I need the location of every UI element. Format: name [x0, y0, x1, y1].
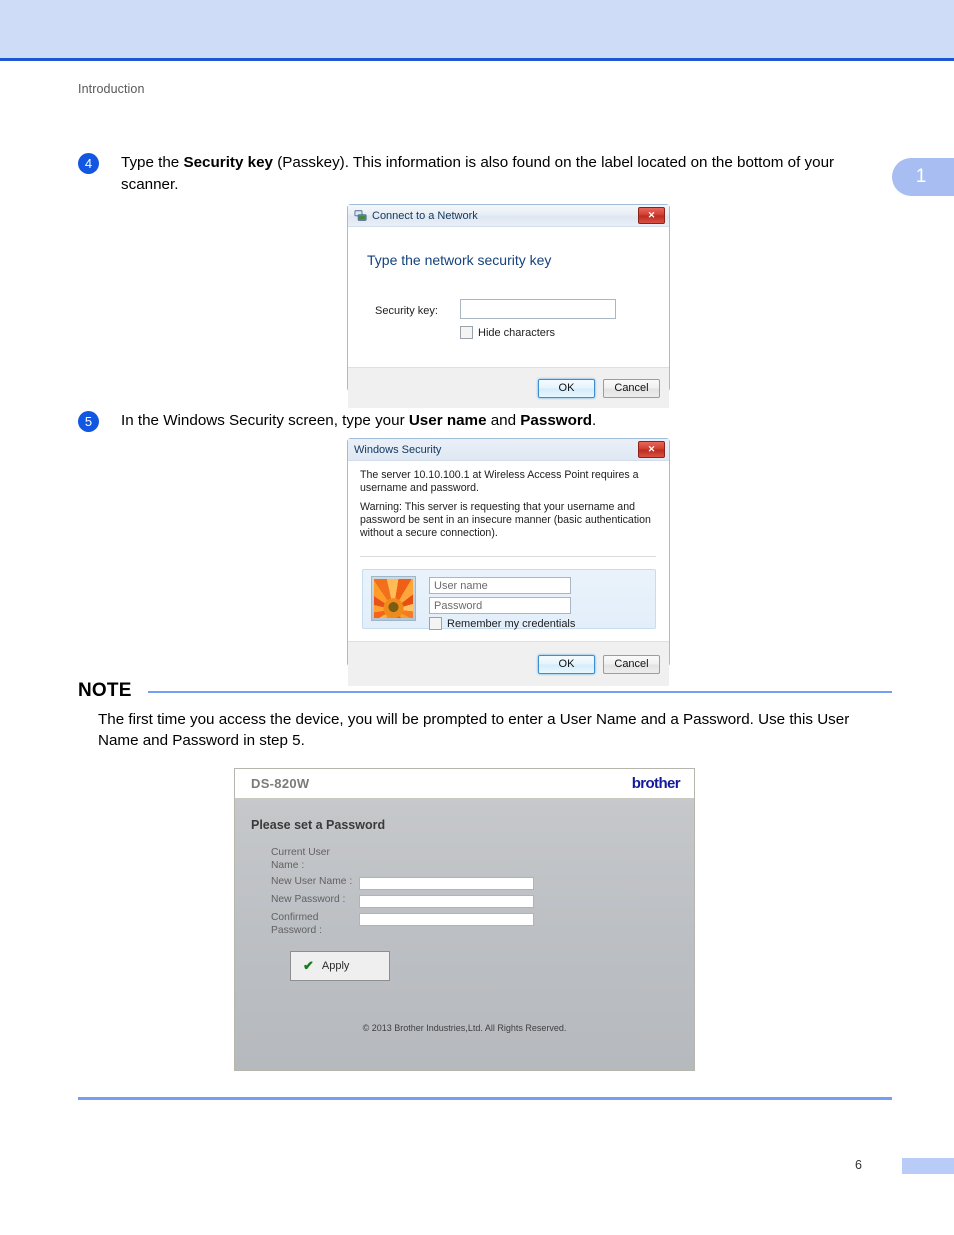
dialog-heading: Type the network security key — [367, 252, 552, 268]
form-row-new-user-name: New User Name : — [271, 876, 671, 890]
new-user-name-input[interactable] — [359, 877, 534, 890]
current-user-name-label: Current User Name : — [271, 847, 330, 871]
ok-button[interactable]: OK — [538, 654, 595, 674]
page-number-tab — [902, 1158, 954, 1174]
apply-button-label: Apply — [321, 960, 350, 972]
dialog-body: The server 10.10.100.1 at Wireless Acces… — [348, 461, 669, 641]
step-4-text-before: Type the — [121, 154, 184, 171]
web-panel-header: DS-820W brother — [235, 769, 694, 799]
hide-characters-label: Hide characters — [478, 326, 556, 339]
close-icon[interactable]: ✕ — [638, 207, 665, 224]
set-password-form: Current User Name : New User Name : New … — [271, 847, 671, 941]
note-rule — [148, 691, 892, 693]
new-password-label: New Password : — [271, 894, 346, 905]
running-header: Introduction — [78, 82, 145, 96]
check-icon: ✔ — [303, 958, 314, 973]
brother-web-interface-screenshot: DS-820W brother Please set a Password Cu… — [234, 768, 695, 1071]
divider — [360, 556, 656, 557]
footer-rule — [78, 1097, 892, 1100]
dialog-titlebar: Windows Security ✕ — [348, 439, 669, 461]
confirmed-password-label: Confirmed Password : — [271, 912, 322, 936]
chapter-tab: 1 — [892, 158, 954, 196]
step-5-bullet: 5 — [78, 411, 99, 432]
checkbox-box[interactable] — [429, 617, 442, 630]
dialog-title: Connect to a Network — [372, 209, 478, 222]
step-5-text-before: In the Windows Security screen, type you… — [121, 412, 409, 429]
checkbox-box[interactable] — [460, 326, 473, 339]
copyright-text: © 2013 Brother Industries,Ltd. All Right… — [362, 1023, 567, 1033]
step-5-bold-user-name: User name — [408, 412, 487, 429]
step-5-text-middle: and — [486, 412, 521, 429]
step-4-text: Type the Security key (Passkey). This in… — [121, 152, 878, 195]
device-model-label: DS-820W — [251, 776, 310, 791]
close-icon[interactable]: ✕ — [638, 441, 665, 458]
flower-graphic — [374, 579, 413, 618]
hide-characters-checkbox[interactable]: Hide characters — [460, 326, 555, 339]
credentials-panel: User name Password Remember my credentia… — [362, 569, 656, 630]
dialog-title: Windows Security — [354, 443, 442, 456]
form-row-new-password: New Password : — [271, 894, 671, 908]
dialog-titlebar: Connect to a Network ✕ — [348, 205, 669, 227]
connect-to-network-dialog[interactable]: Connect to a Network ✕ Type the network … — [347, 204, 670, 408]
step-5: 5 In the Windows Security screen, type y… — [78, 410, 878, 432]
remember-credentials-checkbox[interactable]: Remember my credentials — [429, 617, 575, 630]
windows-security-dialog[interactable]: Windows Security ✕ The server 10.10.100.… — [347, 438, 670, 686]
password-input[interactable]: Password — [429, 597, 571, 614]
security-key-label: Security key: — [375, 305, 438, 317]
new-password-input[interactable] — [359, 895, 534, 908]
step-5-text-after: . — [592, 412, 597, 429]
page-number: 6 — [855, 1158, 862, 1172]
cancel-button[interactable]: Cancel — [603, 378, 660, 398]
cancel-button[interactable]: Cancel — [603, 654, 660, 674]
form-row-confirmed-password: Confirmed Password : — [271, 912, 671, 937]
brother-logo: brother — [631, 775, 681, 792]
chapter-tab-number: 1 — [915, 166, 927, 187]
server-requires-message: The server 10.10.100.1 at Wireless Acces… — [360, 469, 639, 494]
apply-button[interactable]: ✔ Apply — [290, 951, 390, 981]
dialog-footer: OK Cancel — [348, 641, 669, 686]
insecure-warning-message: Warning: This server is requesting that … — [360, 501, 651, 539]
step-5-text: In the Windows Security screen, type you… — [121, 410, 596, 432]
step-4: 4 Type the Security key (Passkey). This … — [78, 152, 878, 195]
page-top-band — [0, 0, 954, 61]
form-row-current-user-name: Current User Name : — [271, 847, 671, 872]
dialog-body: Type the network security key Security k… — [348, 227, 669, 367]
dialog-footer: OK Cancel — [348, 367, 669, 408]
step-4-bold-security-key: Security key — [183, 154, 273, 171]
username-input[interactable]: User name — [429, 577, 571, 594]
confirmed-password-input[interactable] — [359, 913, 534, 926]
web-panel-title: Please set a Password — [251, 818, 386, 832]
network-connect-icon — [354, 210, 367, 221]
user-flower-avatar-icon — [371, 576, 416, 621]
step-4-bullet: 4 — [78, 153, 99, 174]
new-user-name-label: New User Name : — [271, 876, 353, 887]
security-key-input[interactable] — [460, 299, 616, 319]
note-heading: NOTE — [78, 680, 132, 701]
ok-button[interactable]: OK — [538, 378, 595, 398]
step-5-bold-password: Password — [520, 412, 593, 429]
note-body: The first time you access the device, yo… — [98, 711, 850, 749]
remember-credentials-label: Remember my credentials — [447, 617, 576, 630]
